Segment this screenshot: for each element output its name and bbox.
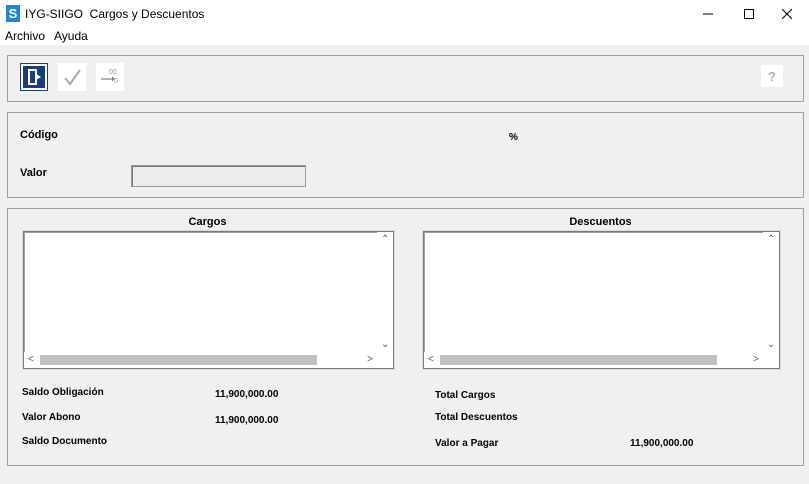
- scroll-left-icon[interactable]: <: [28, 355, 34, 365]
- svg-text:00: 00: [109, 69, 117, 76]
- form-panel: Código % Valor: [7, 112, 804, 198]
- valor-abono-label: Valor Abono: [22, 412, 81, 423]
- menu-ayuda[interactable]: Ayuda: [54, 29, 88, 43]
- calculate-button[interactable]: 00 0: [96, 63, 124, 91]
- window-title: IYG-SIIGO Cargos y Descuentos: [25, 7, 205, 21]
- close-button[interactable]: [765, 0, 809, 28]
- exit-button[interactable]: [20, 63, 48, 91]
- maximize-icon: [744, 9, 754, 19]
- saldo-documento-label: Saldo Documento: [22, 436, 108, 447]
- valor-input[interactable]: [131, 165, 306, 187]
- descuentos-vertical-scrollbar[interactable]: ⌃ ⌄: [763, 232, 779, 352]
- cargos-title: Cargos: [188, 216, 227, 228]
- checkmark-icon: [64, 69, 81, 86]
- saldo-obligacion-value: 11,900,000.00: [215, 389, 279, 400]
- cargos-horizontal-scrollbar[interactable]: < >: [24, 352, 377, 368]
- saldo-obligacion-label: Saldo Obligación: [22, 387, 104, 398]
- scroll-right-icon[interactable]: >: [753, 355, 759, 365]
- confirm-button[interactable]: [58, 63, 86, 91]
- percent-label: %: [509, 132, 518, 143]
- calculate-icon: 00 0: [101, 69, 118, 85]
- total-descuentos-label: Total Descuentos: [435, 412, 518, 423]
- cargos-list[interactable]: ⌃ ⌄ < >: [23, 231, 394, 369]
- valor-pagar-label: Valor a Pagar: [435, 438, 499, 449]
- toolbar: 00 0 ?: [7, 55, 804, 102]
- title-bar: S IYG-SIIGO Cargos y Descuentos: [0, 0, 809, 28]
- close-icon: [782, 9, 792, 19]
- valor-label: Valor: [20, 167, 47, 179]
- scroll-right-icon[interactable]: >: [367, 355, 373, 365]
- help-button[interactable]: ?: [761, 65, 783, 87]
- descuentos-title: Descuentos: [569, 216, 632, 228]
- codigo-label: Código: [20, 129, 58, 141]
- descuentos-scroll-thumb[interactable]: [440, 355, 717, 365]
- menu-bar: Archivo Ayuda: [0, 28, 809, 45]
- exit-door-icon: [23, 66, 45, 88]
- main-panel: Cargos Descuentos ⌃ ⌄ < > ⌃ ⌄ < > Saldo …: [7, 208, 804, 466]
- help-icon: ?: [768, 68, 776, 84]
- menu-archivo[interactable]: Archivo: [5, 29, 45, 43]
- valor-abono-value: 11,900,000.00: [215, 415, 279, 426]
- cargos-vertical-scrollbar[interactable]: ⌃ ⌄: [377, 232, 393, 352]
- valor-pagar-value: 11,900,000.00: [630, 438, 694, 449]
- scroll-down-icon[interactable]: ⌄: [381, 340, 389, 350]
- descuentos-horizontal-scrollbar[interactable]: < >: [424, 352, 763, 368]
- total-cargos-label: Total Cargos: [435, 390, 496, 401]
- scroll-up-icon[interactable]: ⌃: [381, 235, 389, 245]
- scroll-up-icon[interactable]: ⌃: [767, 235, 775, 245]
- minimize-button[interactable]: [686, 0, 730, 28]
- scroll-down-icon[interactable]: ⌄: [767, 340, 775, 350]
- descuentos-list[interactable]: ⌃ ⌄ < >: [423, 231, 780, 369]
- siigo-app-icon: S: [6, 5, 20, 22]
- minimize-icon: [703, 13, 713, 15]
- cargos-scroll-thumb[interactable]: [40, 355, 317, 365]
- scroll-left-icon[interactable]: <: [428, 355, 434, 365]
